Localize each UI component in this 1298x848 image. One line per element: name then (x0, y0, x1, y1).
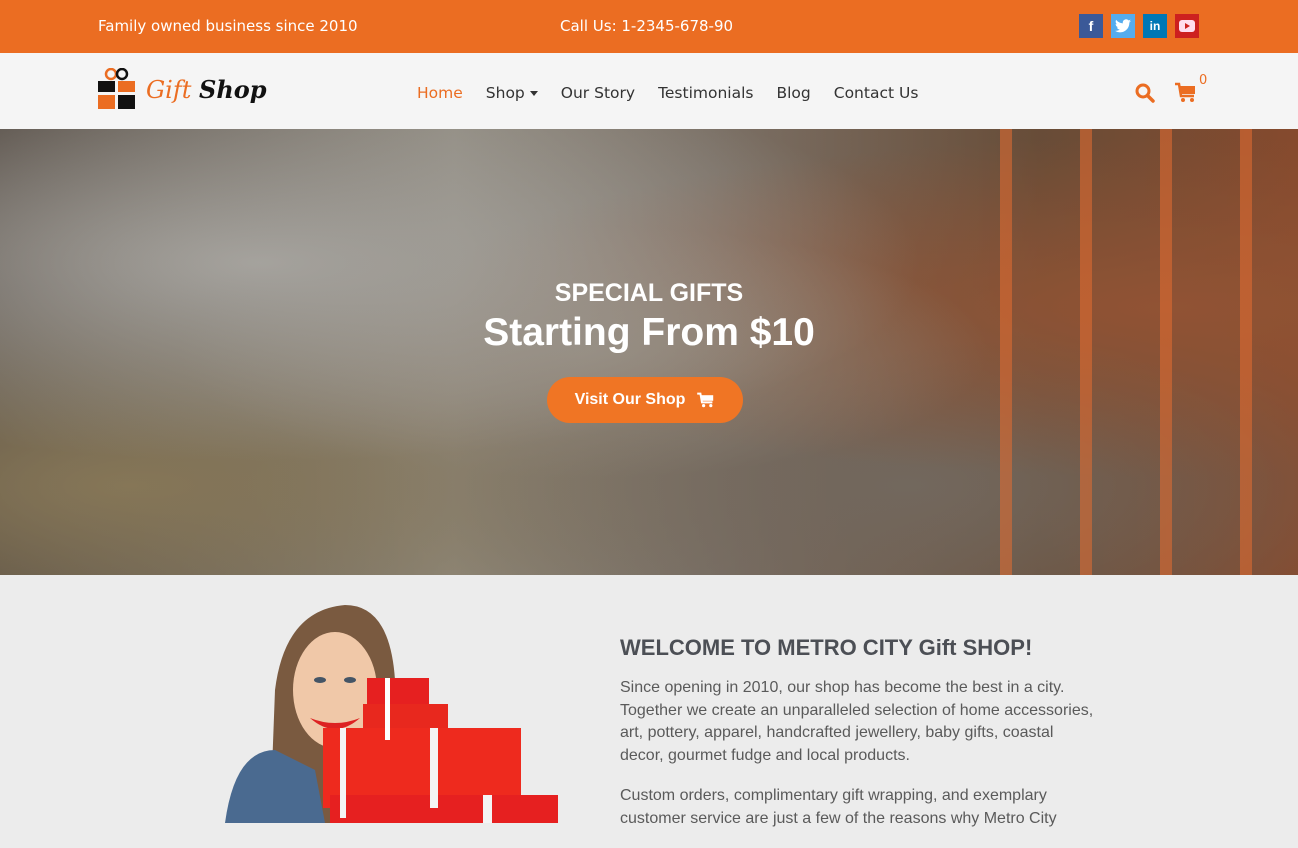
hero-title: Starting From $10 (483, 311, 815, 354)
search-icon[interactable] (1135, 83, 1155, 103)
welcome-text: WELCOME TO METRO CITY Gift SHOP! Since o… (620, 635, 1100, 848)
phone-number: Call Us: 1-2345-678-90 (560, 17, 734, 35)
social-links: f in (1079, 14, 1199, 38)
nav-home[interactable]: Home (417, 84, 463, 102)
nav-icons: 0 (1135, 73, 1207, 104)
top-bar: Family owned business since 2010 Call Us… (0, 0, 1298, 53)
welcome-paragraph: Custom orders, complimentary gift wrappi… (620, 787, 1057, 827)
facebook-icon[interactable]: f (1079, 14, 1103, 38)
gift-box-icon (98, 68, 135, 109)
logo[interactable]: Gift Shop (98, 68, 267, 110)
nav-shop[interactable]: Shop (486, 84, 538, 102)
twitter-icon[interactable] (1111, 14, 1135, 38)
nav-contact-us[interactable]: Contact Us (834, 84, 919, 102)
main-navbar: Gift Shop Home Shop Our Story Testimonia… (0, 53, 1298, 129)
cart-icon (697, 392, 714, 408)
caret-down-icon (529, 90, 538, 96)
cart-icon[interactable] (1175, 82, 1197, 104)
welcome-section: WELCOME TO METRO CITY Gift SHOP! Since o… (0, 575, 1298, 827)
logo-text: Gift Shop (146, 74, 267, 104)
linkedin-icon[interactable]: in (1143, 14, 1167, 38)
visit-shop-button[interactable]: Visit Our Shop (547, 377, 743, 423)
welcome-paragraph: Since opening in 2010, our shop has beco… (620, 679, 1094, 764)
welcome-title: WELCOME TO METRO CITY Gift SHOP! (620, 635, 1033, 660)
main-menu: Home Shop Our Story Testimonials Blog Co… (417, 84, 941, 102)
hero-banner: SPECIAL GIFTS Starting From $10 Visit Ou… (0, 129, 1298, 575)
tagline: Family owned business since 2010 (98, 17, 358, 35)
nav-our-story[interactable]: Our Story (561, 84, 635, 102)
cart-count-badge: 0 (1199, 73, 1208, 88)
nav-blog[interactable]: Blog (776, 84, 810, 102)
youtube-icon[interactable] (1175, 14, 1199, 38)
nav-testimonials[interactable]: Testimonials (658, 84, 753, 102)
woman-with-gifts-image (225, 605, 558, 823)
hero-subtitle: SPECIAL GIFTS (554, 279, 744, 307)
